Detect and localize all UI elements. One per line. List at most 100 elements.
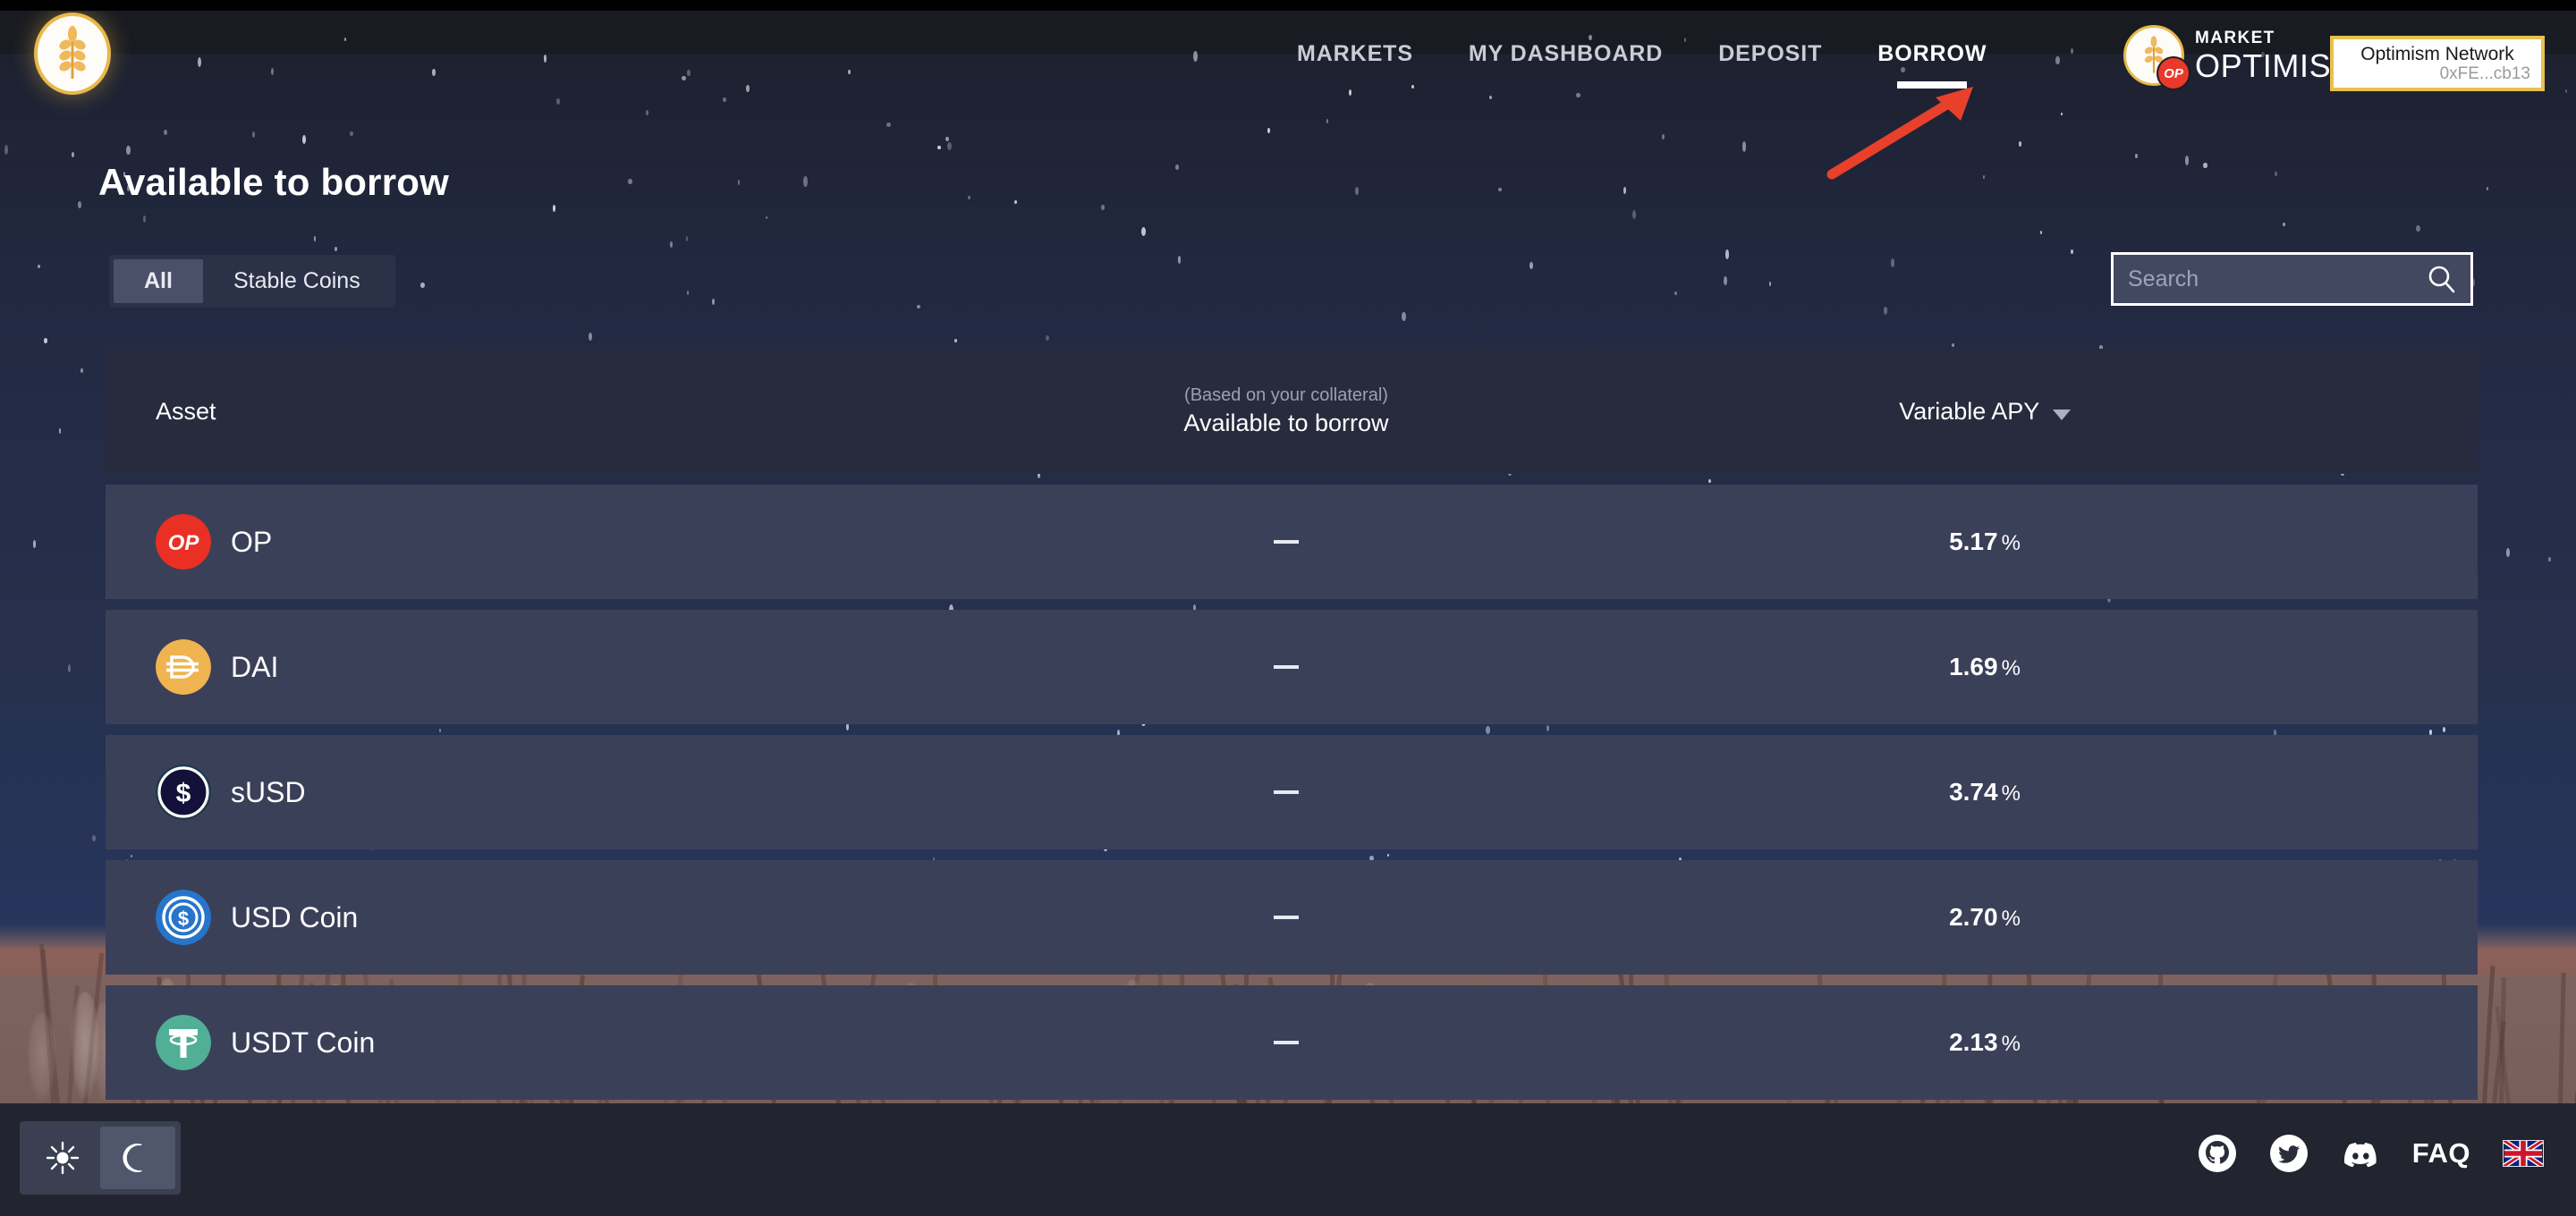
usdt-coin-icon-wrap — [156, 1015, 211, 1070]
op-coin-icon-wrap: OP — [156, 514, 211, 570]
table-row[interactable]: DAI 1.69% — [106, 610, 2478, 724]
dai-coin-icon — [156, 639, 211, 695]
apy-unit: % — [2001, 1032, 2021, 1056]
table-header-asset: Asset — [106, 398, 937, 426]
svg-text:$: $ — [178, 908, 189, 930]
wheat-logo-icon — [59, 26, 86, 79]
search-box[interactable] — [2111, 252, 2473, 306]
nav-label-my-dashboard: MY DASHBOARD — [1468, 41, 1664, 66]
op-coin-icon: OP — [156, 514, 211, 570]
variable-apy-cell: 2.70% — [1635, 903, 2478, 932]
nav-item-deposit[interactable]: DEPOSIT — [1718, 41, 1822, 67]
apy-unit: % — [2001, 781, 2021, 806]
dai-coin-icon-wrap — [156, 639, 211, 695]
apy-value: 2.13% — [1949, 1028, 2021, 1056]
apy-value: 5.17% — [1949, 528, 2021, 555]
nav-label-borrow: BORROW — [1877, 41, 1987, 66]
wallet-network-label: Optimism Network — [2360, 44, 2514, 64]
footer-links: FAQ — [2198, 1134, 2544, 1173]
discord-icon[interactable] — [2341, 1134, 2380, 1173]
theme-light-button[interactable] — [25, 1127, 100, 1189]
brand-badge: OP MARKET OPTIMISM — [2123, 25, 2359, 90]
variable-apy-cell: 2.13% — [1635, 1028, 2478, 1057]
search-icon[interactable] — [2426, 264, 2456, 294]
svg-text:OP: OP — [168, 531, 200, 555]
available-to-borrow-cell — [937, 1034, 1635, 1051]
uk-flag-icon[interactable] — [2503, 1140, 2544, 1167]
theme-toggle-group — [20, 1121, 181, 1195]
available-to-borrow-cell — [937, 909, 1635, 925]
search-input[interactable] — [2128, 266, 2426, 292]
asset-name: DAI — [231, 650, 279, 683]
table-body: OP OP 5.17% DAI 1.69% $ sUSD 3.74% $ USD Coin 2.70… — [106, 485, 2478, 1100]
susd-coin-icon: $ — [156, 764, 211, 820]
empty-value-dash — [1274, 915, 1299, 919]
apy-value: 3.74% — [1949, 778, 2021, 806]
asset-cell: OP OP — [106, 514, 937, 570]
theme-dark-button[interactable] — [100, 1127, 175, 1189]
available-to-borrow-cell — [937, 784, 1635, 800]
usdc-coin-icon: $ — [156, 890, 211, 945]
nav-label-deposit: DEPOSIT — [1718, 41, 1823, 66]
empty-value-dash — [1274, 790, 1299, 794]
faq-link[interactable]: FAQ — [2412, 1137, 2470, 1170]
usdt-coin-icon — [156, 1015, 211, 1070]
brand-coin-icon: OP — [2123, 25, 2190, 90]
wallet-network-button[interactable]: Optimism Network 0xFE...cb13 — [2330, 36, 2545, 91]
github-icon[interactable] — [2198, 1134, 2237, 1173]
app-window: MARKETS MY DASHBOARD DEPOSIT BORROW OP M… — [0, 0, 2576, 1216]
apy-unit: % — [2001, 907, 2021, 931]
main-nav: MARKETS MY DASHBOARD DEPOSIT BORROW — [1297, 41, 1987, 67]
apy-value: 1.69% — [1949, 653, 2021, 680]
apy-value: 2.70% — [1949, 903, 2021, 931]
available-to-borrow-cell — [937, 534, 1635, 550]
wallet-address-label: 0xFE...cb13 — [2439, 64, 2530, 84]
nav-item-markets[interactable]: MARKETS — [1297, 41, 1413, 67]
asset-cell: $ sUSD — [106, 764, 937, 820]
apy-unit: % — [2001, 531, 2021, 555]
table-header-available-label: Available to borrow — [1183, 410, 1389, 436]
table-row[interactable]: $ sUSD 3.74% — [106, 735, 2478, 849]
variable-apy-cell: 5.17% — [1635, 528, 2478, 556]
available-to-borrow-cell — [937, 659, 1635, 675]
op-network-badge: OP — [2157, 56, 2190, 90]
asset-name: sUSD — [231, 775, 306, 808]
nav-item-my-dashboard[interactable]: MY DASHBOARD — [1469, 41, 1663, 67]
variable-apy-cell: 1.69% — [1635, 653, 2478, 681]
top-letterbox — [0, 0, 2576, 11]
empty-value-dash — [1274, 539, 1299, 544]
asset-name: USD Coin — [231, 900, 359, 933]
moon-icon — [123, 1144, 146, 1172]
footer-bar: FAQ — [0, 1103, 2576, 1216]
table-header-available-sublabel: (Based on your collateral) — [1184, 385, 1388, 405]
table-header-available: (Based on your collateral) Available to … — [937, 385, 1635, 437]
table-row[interactable]: $ USD Coin 2.70% — [106, 860, 2478, 975]
table-header-asset-label: Asset — [156, 397, 216, 425]
asset-name: OP — [231, 525, 273, 558]
filter-tab-all[interactable]: All — [114, 259, 203, 303]
twitter-icon[interactable] — [2269, 1134, 2309, 1173]
susd-coin-icon-wrap: $ — [156, 764, 211, 820]
nav-item-borrow[interactable]: BORROW — [1877, 41, 1987, 67]
table-row[interactable]: OP OP 5.17% — [106, 485, 2478, 599]
chevron-down-icon[interactable] — [2052, 410, 2071, 421]
page-title: Available to borrow — [98, 161, 449, 203]
table-header-apy[interactable]: Variable APY — [1635, 398, 2478, 426]
usdc-coin-icon-wrap: $ — [156, 890, 211, 945]
asset-cell: USDT Coin — [106, 1015, 937, 1070]
variable-apy-cell: 3.74% — [1635, 778, 2478, 806]
apy-unit: % — [2001, 656, 2021, 680]
app-logo[interactable] — [34, 13, 111, 95]
asset-name: USDT Coin — [231, 1026, 376, 1059]
sun-icon — [46, 1141, 80, 1175]
svg-text:$: $ — [176, 779, 191, 808]
empty-value-dash — [1274, 664, 1299, 669]
borrow-assets-table: Asset (Based on your collateral) Availab… — [106, 349, 2478, 1100]
asset-cell: DAI — [106, 639, 937, 695]
table-row[interactable]: USDT Coin 2.13% — [106, 985, 2478, 1100]
table-header-apy-label: Variable APY — [1899, 397, 2040, 425]
asset-cell: $ USD Coin — [106, 890, 937, 945]
empty-value-dash — [1274, 1040, 1299, 1044]
table-header-row: Asset (Based on your collateral) Availab… — [106, 349, 2478, 474]
filter-tab-stable-coins[interactable]: Stable Coins — [203, 259, 391, 303]
